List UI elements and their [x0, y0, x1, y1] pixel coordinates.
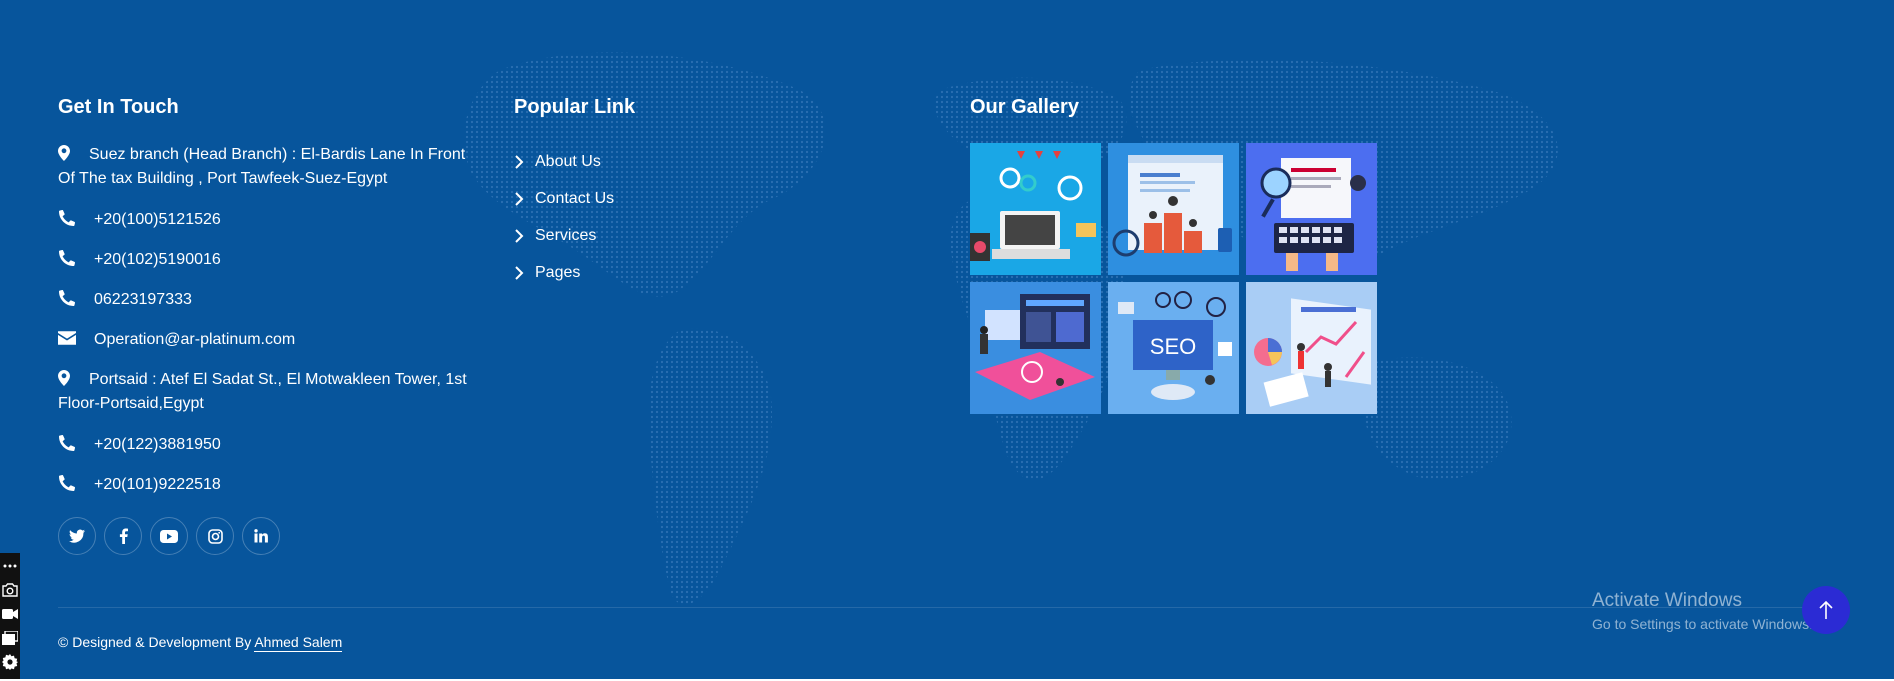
contact-address-suez-text: Suez branch (Head Branch) : El-Bardis La…	[58, 146, 466, 187]
gallery-grid: SEO	[970, 143, 1390, 414]
activate-windows-watermark: Activate Windows Go to Settings to activ…	[1592, 590, 1813, 632]
screenshot-button[interactable]	[2, 581, 18, 599]
more-dots-icon	[3, 564, 17, 568]
contact-phone-1[interactable]: +20(100)5121526	[58, 208, 478, 232]
site-footer: Get In Touch Suez branch (Head Branch) :…	[0, 0, 1894, 679]
gallery-column: Our Gallery SEO	[970, 96, 1390, 414]
gallery-image-seo-monitor[interactable]: SEO	[1108, 282, 1239, 414]
contact-address-portsaid: Portsaid : Atef El Sadat St., El Motwakl…	[58, 368, 478, 416]
contact-phone-5[interactable]: +20(101)9222518	[58, 473, 478, 497]
gallery-image-chart-analytics[interactable]	[1246, 282, 1377, 414]
popular-links-list: About Us Contact Us Services Pages	[514, 143, 914, 291]
phone-icon	[59, 475, 76, 491]
link-contact-us-label: Contact Us	[535, 189, 615, 207]
windows-button[interactable]	[2, 629, 18, 647]
chevron-right-icon	[515, 265, 524, 280]
envelope-icon	[58, 331, 76, 345]
facebook-button[interactable]	[104, 517, 142, 555]
instagram-icon	[207, 528, 223, 544]
contact-address-portsaid-text: Portsaid : Atef El Sadat St., El Motwakl…	[58, 371, 467, 412]
contact-phone-3-text: 06223197333	[94, 291, 192, 308]
link-about-us-label: About Us	[535, 152, 601, 170]
youtube-button[interactable]	[150, 517, 188, 555]
link-pages-label: Pages	[535, 263, 581, 281]
contact-phone-4[interactable]: +20(122)3881950	[58, 433, 478, 457]
video-camera-icon	[2, 609, 18, 619]
contact-phone-1-text: +20(100)5121526	[94, 211, 221, 228]
link-services[interactable]: Services	[514, 217, 914, 254]
phone-icon	[59, 250, 76, 266]
chevron-right-icon	[515, 191, 524, 206]
svg-text:SEO: SEO	[1150, 334, 1196, 359]
gallery-image-dashboard-workspace[interactable]	[970, 282, 1101, 414]
linkedin-icon	[254, 529, 268, 543]
gallery-image-seo-podium[interactable]	[1108, 143, 1239, 275]
activate-windows-subtitle: Go to Settings to activate Windows.	[1592, 616, 1813, 632]
map-marker-icon	[58, 370, 70, 386]
activate-windows-title: Activate Windows	[1592, 590, 1742, 611]
link-contact-us[interactable]: Contact Us	[514, 180, 914, 217]
contact-email[interactable]: Operation@ar-platinum.com	[58, 328, 478, 352]
link-pages[interactable]: Pages	[514, 254, 914, 291]
chevron-right-icon	[515, 228, 524, 243]
gallery-image-keyboard-search[interactable]	[1246, 143, 1377, 275]
link-about-us[interactable]: About Us	[514, 143, 914, 180]
gear-icon	[2, 654, 18, 670]
contact-phone-2[interactable]: +20(102)5190016	[58, 248, 478, 272]
scroll-to-top-button[interactable]	[1802, 586, 1850, 634]
arrow-up-icon	[1819, 600, 1833, 619]
phone-icon	[59, 435, 76, 451]
social-links	[58, 517, 478, 555]
contact-column: Get In Touch Suez branch (Head Branch) :…	[58, 96, 478, 555]
instagram-button[interactable]	[196, 517, 234, 555]
facebook-icon	[119, 528, 128, 544]
settings-button[interactable]	[2, 653, 18, 671]
contact-phone-4-text: +20(122)3881950	[94, 436, 221, 453]
floating-side-toolbar	[0, 553, 20, 679]
footer-divider	[58, 607, 1818, 608]
map-marker-icon	[58, 145, 70, 161]
link-services-label: Services	[535, 226, 597, 244]
contact-phone-3[interactable]: 06223197333	[58, 288, 478, 312]
contact-phone-2-text: +20(102)5190016	[94, 251, 221, 268]
more-options-button[interactable]	[2, 557, 18, 575]
youtube-icon	[160, 529, 178, 543]
copyright-prefix: © Designed & Development By	[58, 634, 252, 650]
windows-stack-icon	[2, 631, 18, 645]
chevron-right-icon	[515, 154, 524, 169]
copyright: © Designed & Development By Ahmed Salem	[58, 634, 343, 652]
twitter-button[interactable]	[58, 517, 96, 555]
phone-icon	[59, 290, 76, 306]
gallery-image-laptop-analytics[interactable]	[970, 143, 1101, 275]
linkedin-button[interactable]	[242, 517, 280, 555]
phone-icon	[59, 210, 76, 226]
contact-phone-5-text: +20(101)9222518	[94, 476, 221, 493]
record-video-button[interactable]	[2, 605, 18, 623]
twitter-icon	[69, 529, 85, 543]
popular-links-column: Popular Link About Us Contact Us Service…	[514, 96, 914, 291]
camera-icon	[2, 583, 18, 597]
author-link[interactable]: Ahmed Salem	[254, 634, 343, 652]
contact-address-suez: Suez branch (Head Branch) : El-Bardis La…	[58, 143, 478, 191]
contact-heading: Get In Touch	[58, 96, 179, 118]
contact-email-text: Operation@ar-platinum.com	[94, 331, 296, 348]
popular-links-heading: Popular Link	[514, 96, 636, 118]
gallery-heading: Our Gallery	[970, 96, 1079, 118]
